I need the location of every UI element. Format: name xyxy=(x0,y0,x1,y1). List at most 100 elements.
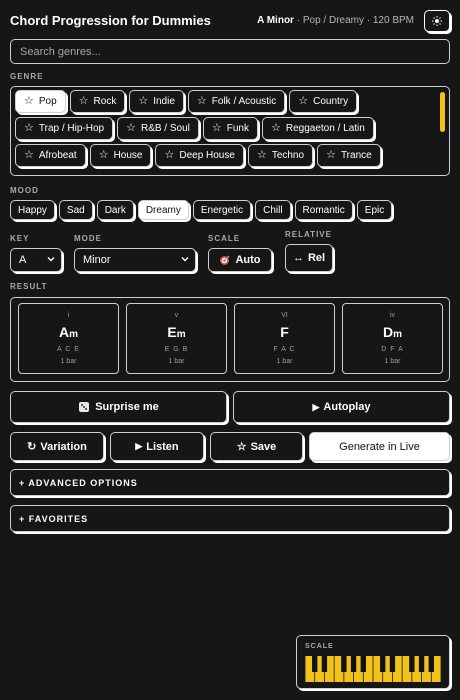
key-label: KEY xyxy=(10,234,30,243)
genre-row: ☆ Pop ☆ Rock ☆ Indie ☆ Folk / Acoustic ☆ Country xyxy=(15,90,433,113)
key-select[interactable]: A xyxy=(10,248,62,272)
genre-chip-r-b-soul[interactable]: ☆ R&B / Soul xyxy=(117,117,199,140)
genre-chip-pop[interactable]: ☆ Pop xyxy=(15,90,66,113)
star-icon[interactable]: ☆ xyxy=(24,96,34,107)
chord-quality: m xyxy=(69,329,79,340)
scale-label: SCALE xyxy=(208,234,241,243)
chord-card[interactable]: VI F F A C 1 bar xyxy=(234,303,335,374)
mood-chip-romantic[interactable]: Romantic xyxy=(294,200,353,220)
star-icon[interactable]: ☆ xyxy=(212,123,222,134)
key-summary: A Minor xyxy=(257,15,294,26)
star-icon[interactable]: ☆ xyxy=(24,123,34,134)
genre-chip-funk[interactable]: ☆ Funk xyxy=(202,117,258,140)
genre-search-input[interactable] xyxy=(10,39,450,64)
piano-black-key xyxy=(341,656,347,672)
chord-name: Am xyxy=(19,324,118,340)
genre-label: GENRE xyxy=(10,72,44,81)
chord-roman-numeral: VI xyxy=(281,312,288,319)
generate-in-live-button[interactable]: Generate in Live xyxy=(309,432,450,461)
result-panel: i Am A C E1 bar v Em E G B1 bar VI F F A C1 bar i… xyxy=(10,297,450,382)
chord-root: A xyxy=(58,324,70,340)
star-icon[interactable]: ☆ xyxy=(326,150,336,161)
chord-card[interactable]: i Am A C E1 bar xyxy=(18,303,119,374)
star-icon[interactable]: ☆ xyxy=(79,96,89,107)
theme-toggle-button[interactable] xyxy=(424,10,450,32)
autoplay-button[interactable]: ▶ Autoplay xyxy=(233,391,450,423)
piano-black-key xyxy=(428,656,434,672)
chord-card[interactable]: iv Dm D F A 1 bar xyxy=(342,303,443,374)
genre-chip-country[interactable]: ☆ Country xyxy=(289,90,358,113)
genre-chip-reggaeton-latin[interactable]: ☆ Reggaeton / Latin xyxy=(262,117,374,140)
chord-card[interactable]: v Em E G B1 bar xyxy=(126,303,227,374)
variation-label: Variation xyxy=(40,440,87,453)
mood-chip-energetic[interactable]: Energetic xyxy=(192,200,252,220)
chord-duration: 1 bar xyxy=(168,358,185,365)
star-icon[interactable]: ☆ xyxy=(298,96,308,107)
mood-chip-dreamy[interactable]: Dreamy xyxy=(137,200,189,220)
mood-chip-dark[interactable]: Dark xyxy=(96,200,134,220)
mood-label: MOOD xyxy=(10,186,39,195)
genre-chip-label: Country xyxy=(313,96,349,107)
star-icon[interactable]: ☆ xyxy=(24,150,34,161)
genre-chip-rock[interactable]: ☆ Rock xyxy=(69,90,126,113)
star-icon[interactable]: ☆ xyxy=(271,123,281,134)
swap-arrows-icon: ↔ xyxy=(292,252,304,264)
variation-button[interactable]: ↻ Variation xyxy=(10,432,104,461)
chevron-down-icon xyxy=(181,257,189,262)
scale-auto-button[interactable]: Auto xyxy=(208,248,272,272)
autoplay-label: Autoplay xyxy=(323,401,371,413)
piano-black-key xyxy=(418,656,425,672)
mood-chip-chill[interactable]: Chill xyxy=(255,200,291,220)
advanced-options-toggle[interactable]: + ADVANCED OPTIONS xyxy=(10,469,450,496)
star-icon[interactable]: ☆ xyxy=(138,96,148,107)
genre-chip-trance[interactable]: ☆ Trance xyxy=(317,144,381,167)
genre-chip-techno[interactable]: ☆ Techno xyxy=(247,144,314,167)
genre-list: ☆ Pop ☆ Rock ☆ Indie ☆ Folk / Acoustic ☆ Country ☆… xyxy=(10,86,450,176)
genre-chip-deep-house[interactable]: ☆ Deep House xyxy=(155,144,244,167)
chord-duration: 1 bar xyxy=(384,358,401,365)
star-icon[interactable]: ☆ xyxy=(197,96,207,107)
star-icon[interactable]: ☆ xyxy=(99,150,109,161)
mood-chip-sad[interactable]: Sad xyxy=(58,200,93,220)
mood-options: Happy Sad Dark Dreamy Energetic Chill Romantic… xyxy=(10,200,393,220)
listen-button[interactable]: ▶ Listen xyxy=(110,432,204,461)
play-icon: ▶ xyxy=(312,401,320,412)
chevron-down-icon xyxy=(47,257,55,262)
relative-button[interactable]: ↔ Rel xyxy=(285,244,333,272)
genre-chip-folk-acoustic[interactable]: ☆ Folk / Acoustic xyxy=(187,90,286,113)
relative-label: RELATIVE xyxy=(285,230,332,239)
mood-chip-happy[interactable]: Happy xyxy=(10,200,55,220)
genre-row: ☆ Trap / Hip-Hop ☆ R&B / Soul ☆ Funk ☆ Reggaeto… xyxy=(15,117,433,140)
genre-chip-label: Techno xyxy=(271,150,305,161)
relative-button-label: Rel xyxy=(307,252,326,264)
genre-scrollbar[interactable] xyxy=(440,92,445,132)
mood-chip-epic[interactable]: Epic xyxy=(356,200,393,220)
surprise-me-label: Surprise me xyxy=(95,401,159,413)
genre-chip-label: House xyxy=(113,150,143,161)
surprise-me-button[interactable]: Surprise me xyxy=(10,391,227,423)
app-title: Chord Progression for Dummies xyxy=(10,13,211,28)
refresh-icon: ↻ xyxy=(27,441,37,453)
genre-chip-label: Folk / Acoustic xyxy=(211,96,277,107)
piano-black-key xyxy=(380,656,386,672)
genre-chip-label: Afrobeat xyxy=(38,150,77,161)
genre-chip-afrobeat[interactable]: ☆ Afrobeat xyxy=(15,144,86,167)
genre-chip-house[interactable]: ☆ House xyxy=(89,144,152,167)
piano-black-key xyxy=(409,656,415,672)
genre-chip-label: Rock xyxy=(93,96,117,107)
generate-in-live-label: Generate in Live xyxy=(339,440,420,453)
chord-quality: m xyxy=(176,329,186,340)
save-button[interactable]: ☆ Save xyxy=(210,432,303,461)
genre-rows: ☆ Pop ☆ Rock ☆ Indie ☆ Folk / Acoustic ☆ Country ☆… xyxy=(15,90,433,171)
star-icon[interactable]: ☆ xyxy=(164,150,174,161)
chord-roman-numeral: iv xyxy=(389,312,396,319)
genre-chip-trap-hip-hop[interactable]: ☆ Trap / Hip-Hop xyxy=(15,117,114,140)
star-icon[interactable]: ☆ xyxy=(257,150,267,161)
key-value: A xyxy=(19,254,27,266)
star-icon[interactable]: ☆ xyxy=(126,123,136,134)
genre-chip-indie[interactable]: ☆ Indie xyxy=(129,90,184,113)
favorites-toggle[interactable]: + FAVORITES xyxy=(10,505,450,532)
mode-select[interactable]: Minor xyxy=(74,248,196,272)
chord-notes: A C E xyxy=(57,346,80,353)
piano-keyboard xyxy=(305,656,441,682)
